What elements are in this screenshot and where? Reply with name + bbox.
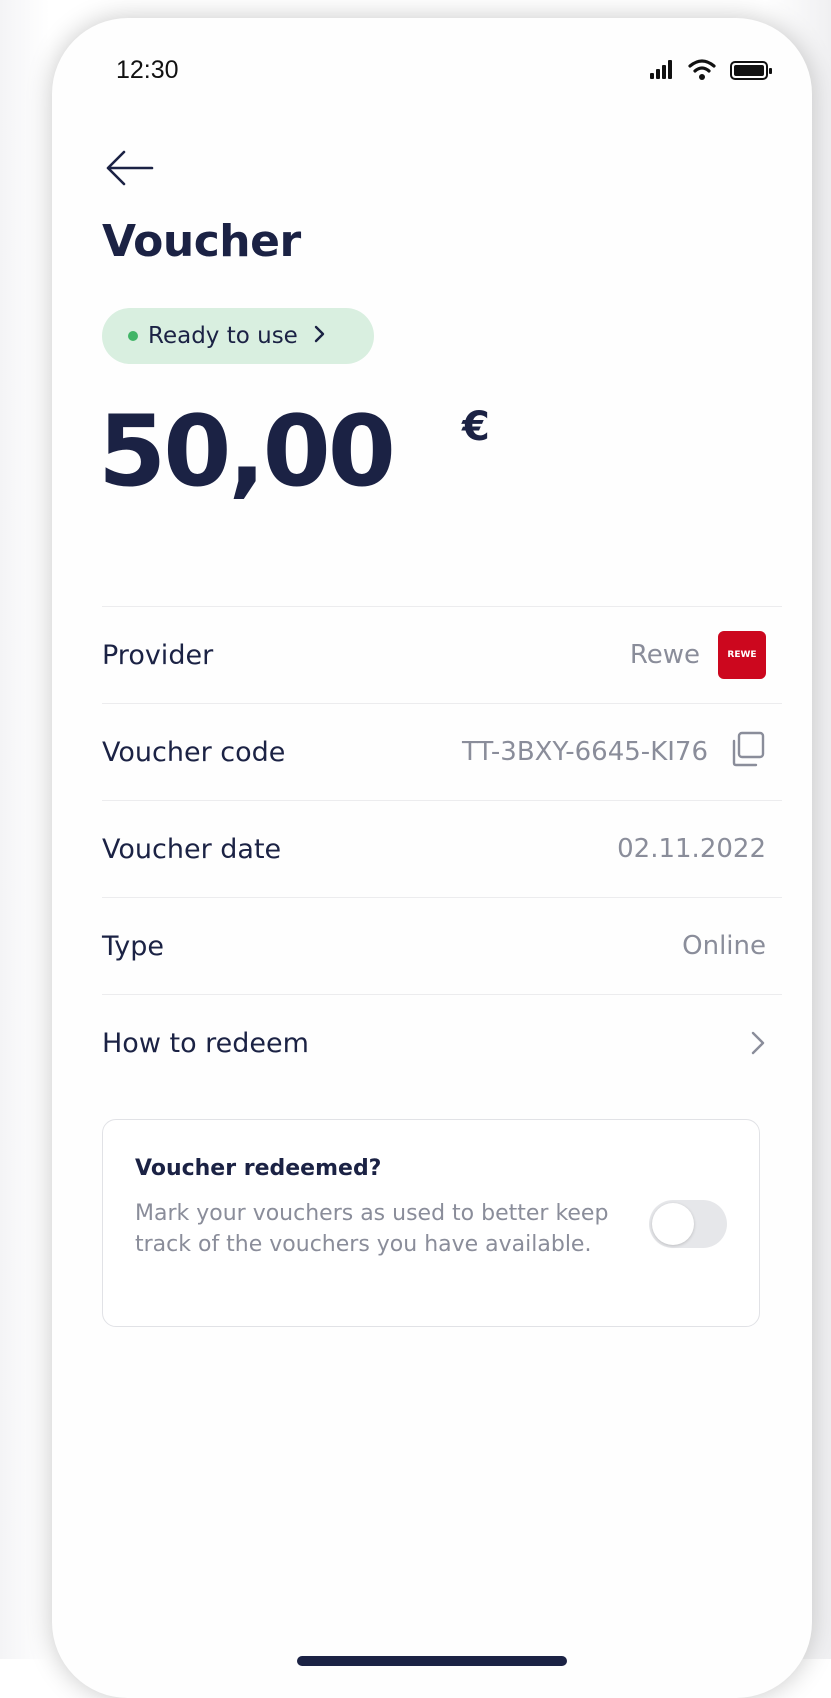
- battery-icon: [730, 61, 772, 80]
- currency-symbol: €: [462, 404, 490, 450]
- type-value: Online: [682, 931, 766, 961]
- card-title: Voucher redeemed?: [135, 1156, 382, 1181]
- provider-value-group: Rewe REWE: [630, 631, 766, 679]
- voucher-redeemed-card: Voucher redeemed? Mark your vouchers as …: [102, 1119, 760, 1327]
- arrow-left-icon: [106, 150, 154, 186]
- how-to-redeem-row[interactable]: How to redeem: [102, 994, 782, 1091]
- back-button[interactable]: [102, 146, 156, 190]
- chevron-right-icon: [314, 325, 326, 347]
- chevron-right-icon: [750, 1030, 766, 1056]
- type-row: Type Online: [102, 897, 782, 994]
- wifi-icon: [688, 59, 716, 80]
- type-label: Type: [102, 930, 165, 962]
- voucher-code-label: Voucher code: [102, 736, 286, 768]
- status-badge[interactable]: Ready to use: [102, 308, 374, 364]
- voucher-date-label: Voucher date: [102, 833, 282, 865]
- status-dot: [128, 331, 138, 341]
- voucher-date-value: 02.11.2022: [617, 834, 766, 864]
- toggle-knob: [652, 1203, 694, 1245]
- details-list: Provider Rewe REWE Voucher code TT-3BXY-…: [102, 606, 782, 1091]
- status-label: Ready to use: [148, 323, 298, 349]
- voucher-code-group: TT-3BXY-6645-KI76: [462, 730, 766, 775]
- voucher-code-row: Voucher code TT-3BXY-6645-KI76: [102, 703, 782, 800]
- rewe-logo: REWE: [718, 631, 766, 679]
- page-title: Voucher: [102, 216, 301, 267]
- signal-icon: [650, 60, 672, 79]
- copy-icon[interactable]: [728, 730, 766, 775]
- home-indicator: [297, 1656, 567, 1666]
- voucher-amount: 50,00: [98, 395, 396, 509]
- card-description: Mark your vouchers as used to better kee…: [135, 1201, 609, 1257]
- status-icons: [648, 58, 776, 82]
- provider-value: Rewe: [629, 640, 700, 670]
- provider-label: Provider: [102, 639, 214, 671]
- phone-screen: 12:30 Voucher Ready to use 50,00 € Provi…: [52, 18, 812, 1698]
- provider-row: Provider Rewe REWE: [102, 606, 782, 703]
- voucher-date-row: Voucher date 02.11.2022: [102, 800, 782, 897]
- redeemed-toggle[interactable]: [649, 1200, 727, 1248]
- how-to-redeem-label: How to redeem: [102, 1027, 309, 1059]
- voucher-code-value: TT-3BXY-6645-KI76: [461, 737, 708, 767]
- status-time: 12:30: [116, 56, 179, 84]
